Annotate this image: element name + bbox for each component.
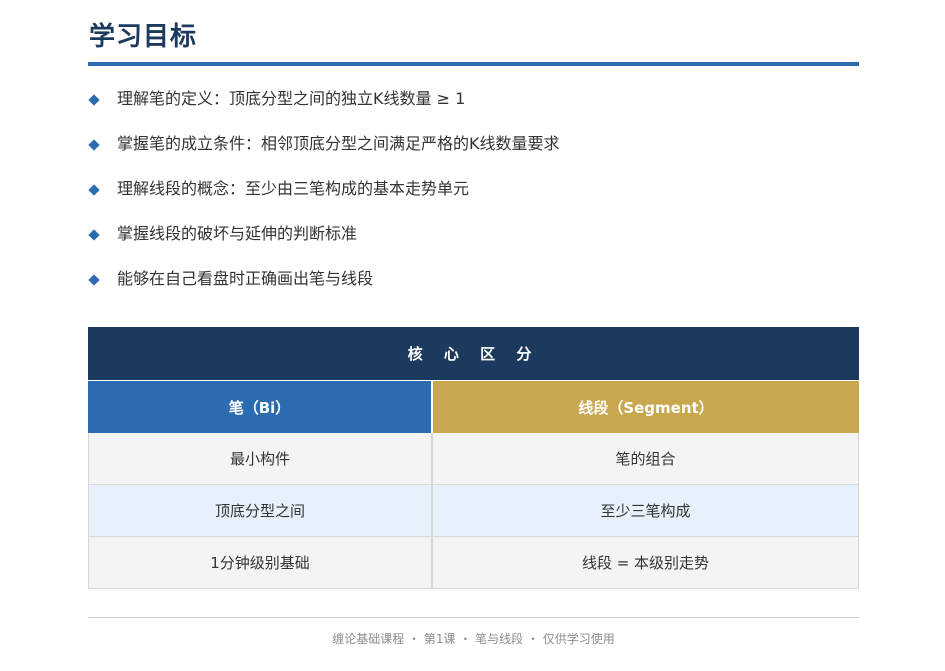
diamond-bullet-icon — [88, 229, 100, 241]
table-cell: 线段 = 本级别走势 — [433, 537, 859, 589]
objective-text: 掌握笔的成立条件：相邻顶底分型之间满足严格的K线数量要求 — [117, 134, 560, 153]
page-title: 学习目标 — [89, 22, 198, 52]
diamond-bullet-icon — [88, 139, 100, 151]
table-cell: 1分钟级别基础 — [88, 537, 433, 589]
table-row: 最小构件 笔的组合 — [88, 433, 859, 485]
comparison-table: 核 心 区 分 笔（Bi） 线段（Segment） 最小构件 笔的组合 顶底分型… — [88, 327, 859, 589]
title-underline — [88, 62, 859, 66]
objectives-list: 理解笔的定义：顶底分型之间的独立K线数量 ≥ 1 掌握笔的成立条件：相邻顶底分型… — [88, 89, 859, 315]
list-item: 掌握笔的成立条件：相邻顶底分型之间满足严格的K线数量要求 — [88, 134, 859, 180]
footer-divider — [88, 617, 859, 618]
objective-text: 能够在自己看盘时正确画出笔与线段 — [117, 269, 374, 288]
diamond-bullet-icon — [88, 274, 100, 286]
footer-text: 缠论基础课程 ・ 第1课 ・ 笔与线段 ・ 仅供学习使用 — [332, 632, 615, 646]
objective-text: 理解笔的定义：顶底分型之间的独立K线数量 ≥ 1 — [117, 89, 466, 108]
objective-text: 理解线段的概念：至少由三笔构成的基本走势单元 — [117, 179, 470, 198]
table-cell: 顶底分型之间 — [88, 485, 433, 537]
diamond-bullet-icon — [88, 94, 100, 106]
table-header: 核 心 区 分 — [88, 327, 859, 381]
list-item: 掌握线段的破坏与延伸的判断标准 — [88, 224, 859, 270]
list-item: 理解笔的定义：顶底分型之间的独立K线数量 ≥ 1 — [88, 89, 859, 135]
diamond-bullet-icon — [88, 184, 100, 196]
list-item: 能够在自己看盘时正确画出笔与线段 — [88, 269, 859, 315]
slide-page: 学习目标 理解笔的定义：顶底分型之间的独立K线数量 ≥ 1 掌握笔的成立条件：相… — [0, 0, 945, 671]
table-row: 顶底分型之间 至少三笔构成 — [88, 485, 859, 537]
objective-text: 掌握线段的破坏与延伸的判断标准 — [117, 224, 358, 243]
column-header-bi: 笔（Bi） — [88, 381, 433, 433]
table-subheader-row: 笔（Bi） 线段（Segment） — [88, 381, 859, 433]
table-cell: 笔的组合 — [433, 433, 859, 485]
table-cell: 最小构件 — [88, 433, 433, 485]
column-header-segment: 线段（Segment） — [433, 381, 859, 433]
table-row: 1分钟级别基础 线段 = 本级别走势 — [88, 537, 859, 589]
table-cell: 至少三笔构成 — [433, 485, 859, 537]
list-item: 理解线段的概念：至少由三笔构成的基本走势单元 — [88, 179, 859, 225]
